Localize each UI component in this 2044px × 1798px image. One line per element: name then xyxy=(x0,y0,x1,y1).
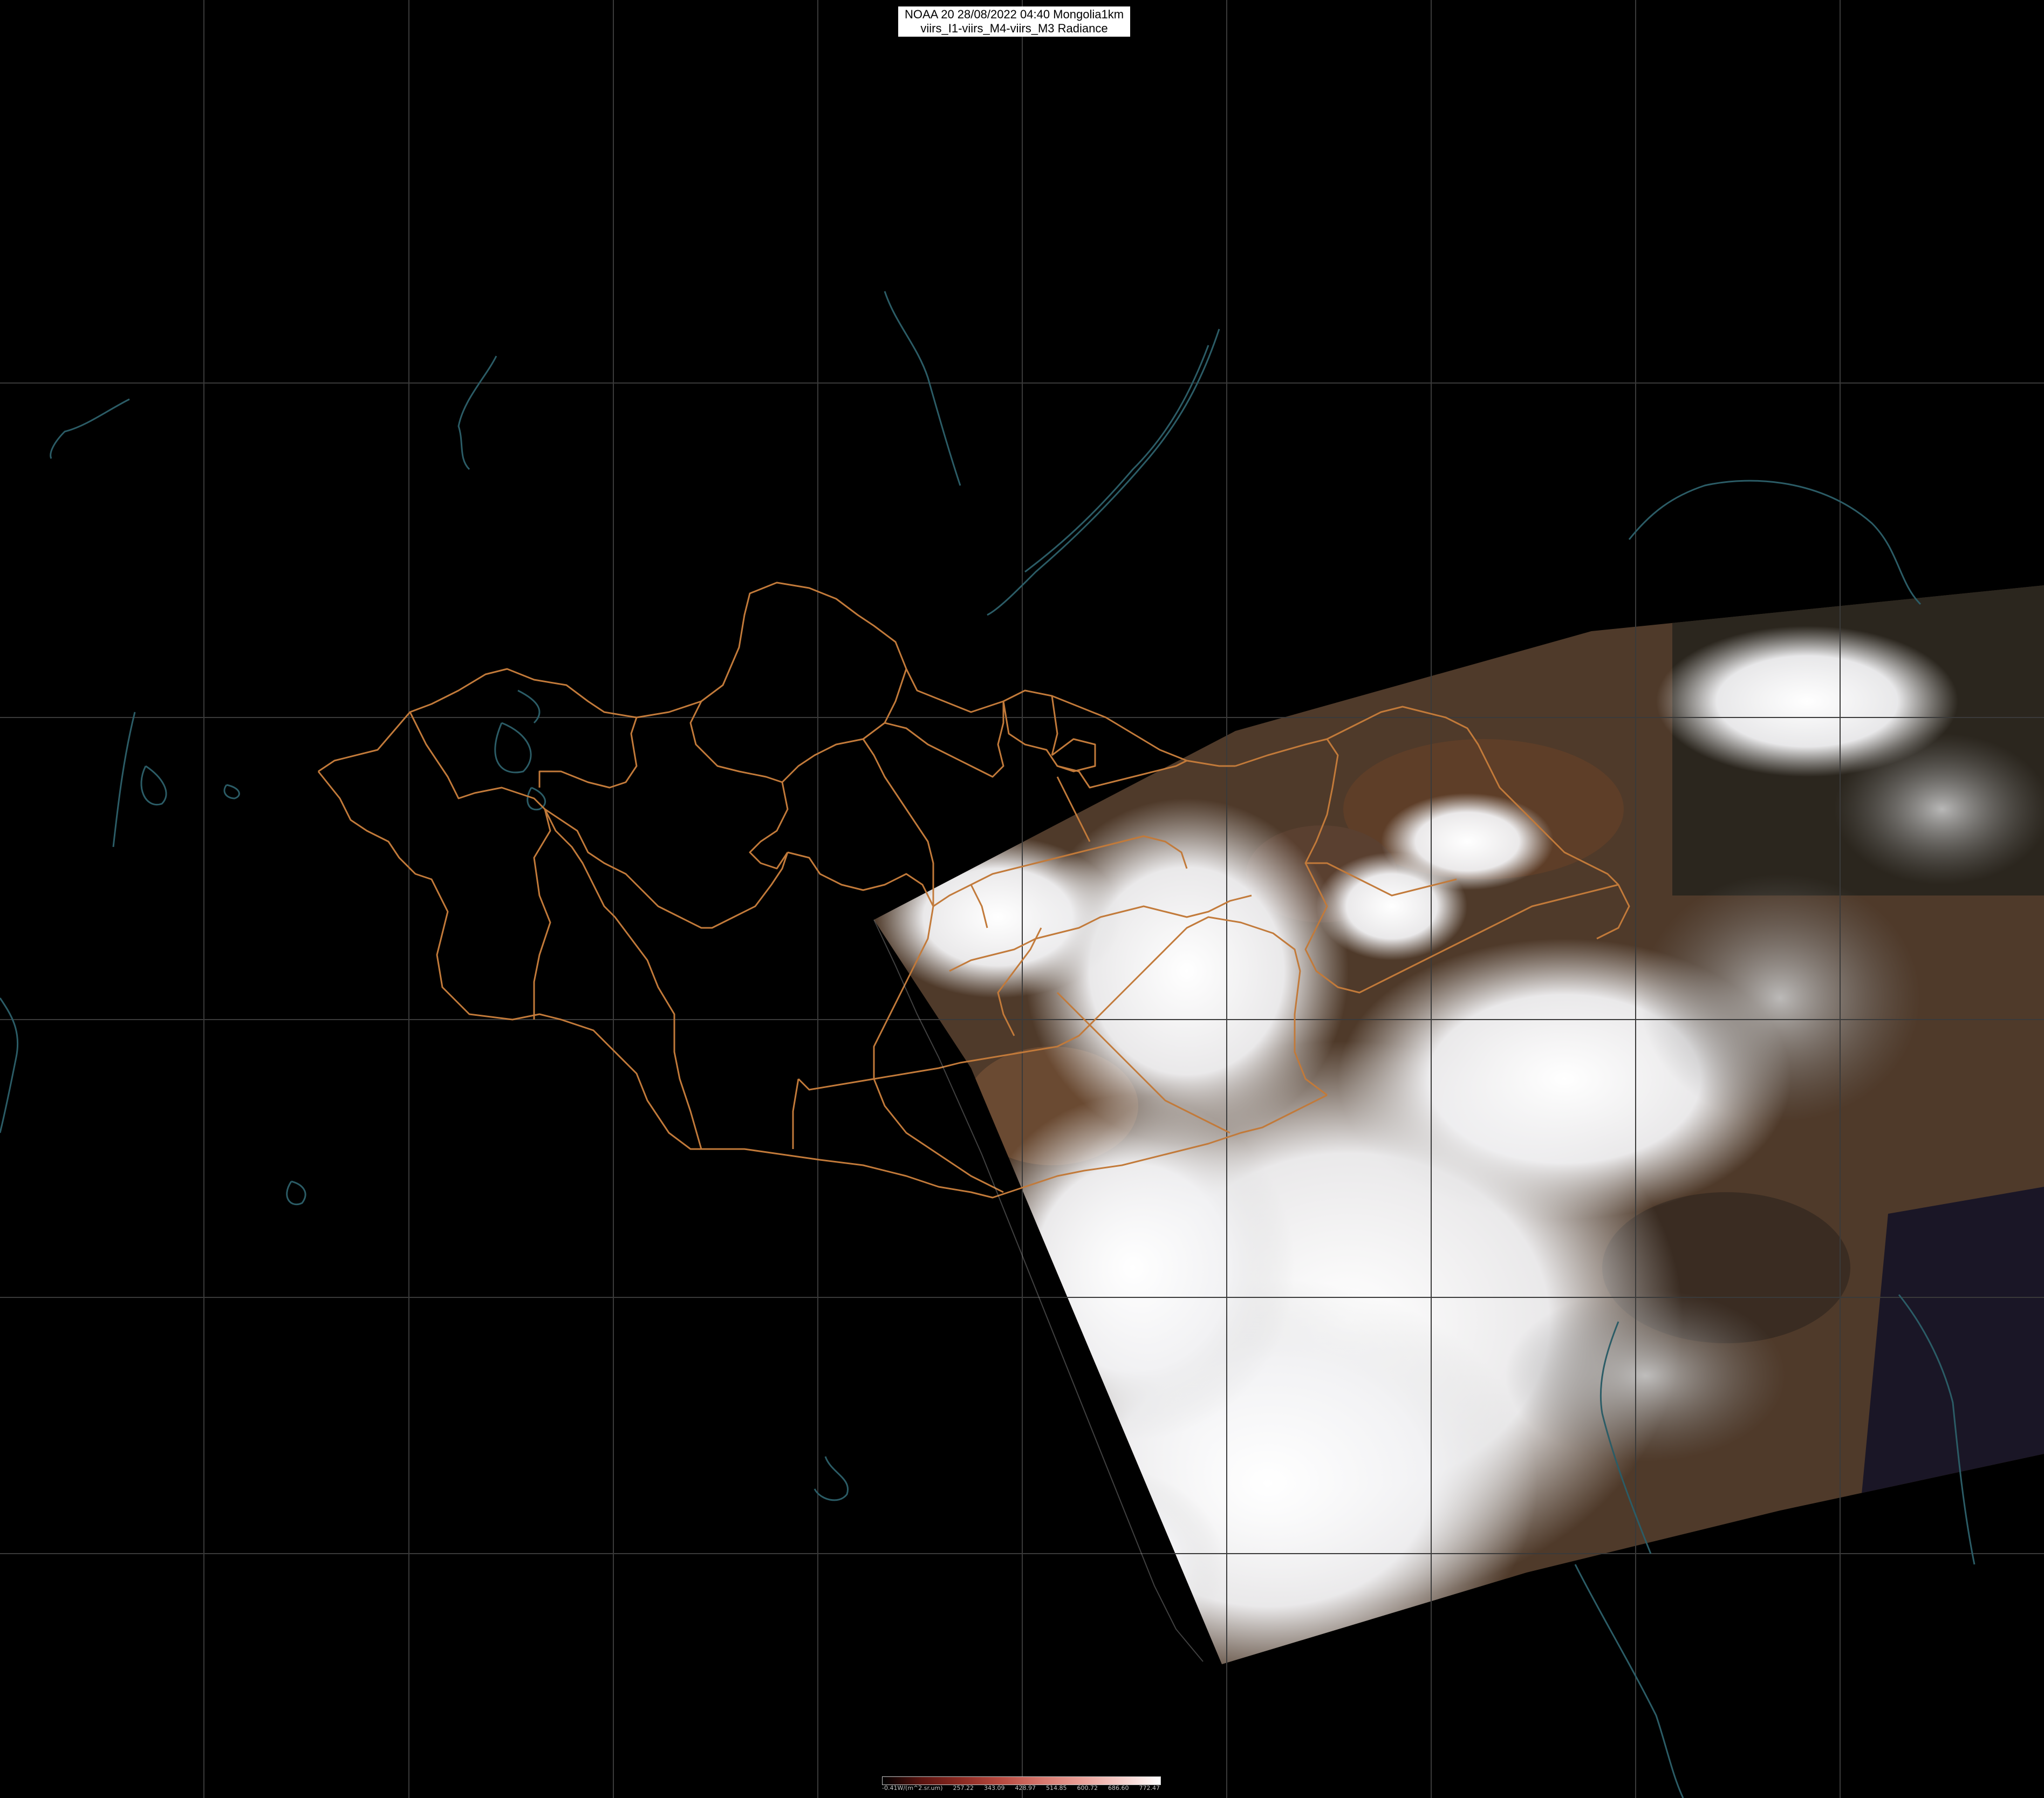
colorbar-labels: -0.41W/(m^2.sr.um) 257.22 343.09 428.97 514.… xyxy=(882,1785,1160,1792)
colorbar-tick-label: 428.97 xyxy=(1015,1785,1036,1792)
colorbar-tick-label: 257.22 xyxy=(953,1785,974,1792)
colorbar xyxy=(882,1776,1161,1785)
satellite-map xyxy=(0,0,2044,1798)
title-line-1: NOAA 20 28/08/2022 04:40 Mongolia1km xyxy=(904,8,1124,21)
colorbar-tick-label: -0.41W/(m^2.sr.um) xyxy=(882,1785,943,1792)
title-line-2: viirs_I1-viirs_M4-viirs_M3 Radiance xyxy=(920,22,1108,35)
image-title: NOAA 20 28/08/2022 04:40 Mongolia1km vii… xyxy=(898,6,1130,37)
colorbar-tick-label: 600.72 xyxy=(1077,1785,1098,1792)
colorbar-tick-label: 514.85 xyxy=(1045,1785,1067,1792)
colorbar-tick-label: 343.09 xyxy=(983,1785,1005,1792)
colorbar-tick-label: 772.47 xyxy=(1139,1785,1160,1792)
colorbar-tick-label: 686.60 xyxy=(1108,1785,1129,1792)
